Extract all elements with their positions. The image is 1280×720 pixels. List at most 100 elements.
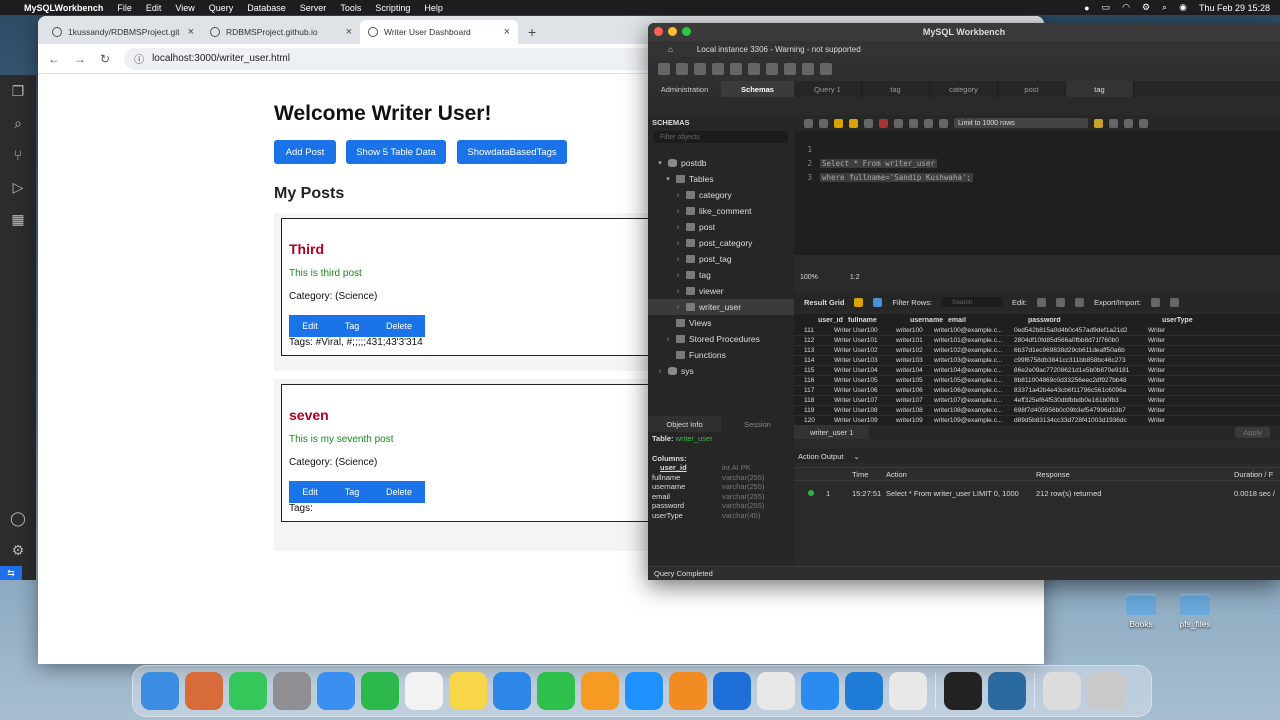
tree-item-like-comment[interactable]: › like_comment [648,203,794,219]
close-window-icon[interactable] [654,27,663,36]
siri-icon[interactable]: ◉ [1179,2,1187,13]
wifi-icon[interactable]: ◠ [1122,2,1130,13]
table-cell[interactable]: 117 [804,387,834,394]
query-tab-tag-active[interactable]: tag [1066,81,1134,97]
table-cell[interactable]: 113 [804,347,834,354]
safari-icon[interactable] [801,672,839,710]
toggle-autocommit-icon[interactable] [894,118,903,128]
manage-gear-icon[interactable]: ⚙ [0,534,36,566]
source-control-icon[interactable]: ⑂ [0,139,36,171]
info-icon[interactable]: ⓘ [134,51,144,66]
table-cell[interactable]: writer105 [896,377,934,384]
query-tab-post[interactable]: post [998,81,1066,97]
tab-administration[interactable]: Administration [648,81,721,97]
trash-icon[interactable] [1087,672,1125,710]
browser-tab-github[interactable]: 1kussandy/RDBMSProject.git × [44,20,202,44]
table-cell[interactable]: 6b37d1ec969838d29cb611deaff50a6b [1014,347,1148,354]
table-cell[interactable]: 111 [804,327,834,334]
table-cell[interactable]: writer105@example.c... [934,377,1014,384]
tree-item-tables[interactable]: ▾ Tables [648,171,794,187]
limit-rows-select[interactable]: Limit to 1000 rows [954,118,1088,128]
delete-button[interactable]: Delete [373,315,425,337]
column-header[interactable]: username [910,317,948,324]
table-cell[interactable]: Writer User109 [834,417,896,424]
chevron-right-icon[interactable]: › [674,256,682,263]
apply-button[interactable]: Apply [1235,426,1270,438]
vim-icon[interactable] [757,672,795,710]
column-header[interactable]: password [1028,317,1162,324]
grid-icon[interactable] [854,297,864,307]
tree-item-functions[interactable]: Functions [648,347,794,363]
desktop-folder-books[interactable]: Books [1111,593,1171,629]
extensions-icon[interactable]: ▦ [0,203,36,235]
forward-icon[interactable]: → [74,52,86,66]
table-cell[interactable]: Writer User100 [834,327,896,334]
table-cell[interactable]: 698f7d405956b0c09b3ef547996d33b7 [1014,407,1148,414]
settings-icon[interactable] [273,672,311,710]
column-header[interactable]: userType [1162,317,1212,324]
chevron-right-icon[interactable]: › [656,368,664,375]
table-row[interactable]: 115 Writer User104 writer104 writer104@exam… [794,366,1280,376]
table-cell[interactable]: 0ed542b815a0d4b0c457ad9def1a21d2 [1014,327,1148,334]
table-cell[interactable]: 86e2e09ac77208621d1e5b0b870e9181 [1014,367,1148,374]
table-cell[interactable]: writer106@example.c... [934,387,1014,394]
search-table-data-icon[interactable] [802,63,814,75]
menu-help[interactable]: Help [424,3,443,13]
browser-tab-github-io[interactable]: RDBMSProject.github.io × [202,20,360,44]
record-icon[interactable]: ● [1084,3,1089,13]
chevron-right-icon[interactable]: › [674,304,682,311]
chevron-down-icon[interactable]: ▾ [664,175,672,183]
result-grid[interactable]: user_id fullname username email password… [794,314,1280,436]
commit-icon[interactable] [909,118,918,128]
create-schema-icon[interactable] [712,63,724,75]
table-cell[interactable]: Writer User107 [834,397,896,404]
chevron-right-icon[interactable]: › [674,208,682,215]
table-cell[interactable]: Writer [1148,327,1198,334]
table-cell[interactable]: Writer User103 [834,357,896,364]
table-cell[interactable]: 120 [804,417,834,424]
tree-item-sys[interactable]: › sys [648,363,794,379]
table-cell[interactable]: writer106 [896,387,934,394]
output-select[interactable]: Action Output [798,452,843,461]
menu-scripting[interactable]: Scripting [375,3,410,13]
show-data-based-tags-button[interactable]: ShowdataBasedTags [457,140,567,164]
table-cell[interactable]: 118 [804,397,834,404]
create-table-icon[interactable] [730,63,742,75]
home-icon[interactable]: ⌂ [668,45,673,54]
table-cell[interactable]: Writer User102 [834,347,896,354]
delete-button[interactable]: Delete [373,481,425,503]
edit-button[interactable]: Edit [289,481,331,503]
menu-query[interactable]: Query [209,3,234,13]
run-debug-icon[interactable]: ▷ [0,171,36,203]
tree-item-category[interactable]: › category [648,187,794,203]
close-icon[interactable]: × [188,26,194,38]
close-icon[interactable]: × [346,26,352,38]
connection-tab[interactable]: Local instance 3306 - Warning - not supp… [697,45,861,54]
table-cell[interactable]: writer107@example.c... [934,397,1014,404]
menu-tools[interactable]: Tools [340,3,361,13]
table-cell[interactable]: writer107 [896,397,934,404]
chevron-right-icon[interactable]: › [674,224,682,231]
facetime-icon[interactable] [361,672,399,710]
reminders-icon[interactable] [405,672,443,710]
tree-item-views[interactable]: Views [648,315,794,331]
output-row[interactable]: 1 15:27:51 Select * From writer_user LIM… [794,487,1280,499]
save-icon[interactable] [819,118,828,128]
execute-current-icon[interactable] [849,118,858,128]
notes-icon[interactable] [449,672,487,710]
table-cell[interactable]: writer101 [896,337,934,344]
stop-icon[interactable] [879,118,888,128]
back-icon[interactable]: ← [48,52,60,66]
table-cell[interactable]: writer102 [896,347,934,354]
zoom-level[interactable]: 100% [800,274,818,281]
table-cell[interactable]: writer104 [896,367,934,374]
minimize-window-icon[interactable] [668,27,677,36]
pages-icon[interactable] [581,672,619,710]
column-header[interactable]: email [948,317,1028,324]
table-cell[interactable]: writer109@example.c... [934,417,1014,424]
chrome-icon[interactable] [889,672,927,710]
numbers-icon[interactable] [537,672,575,710]
export-icon[interactable] [1151,297,1161,307]
table-cell[interactable]: Writer User106 [834,387,896,394]
tag-button[interactable]: Tag [331,315,373,337]
